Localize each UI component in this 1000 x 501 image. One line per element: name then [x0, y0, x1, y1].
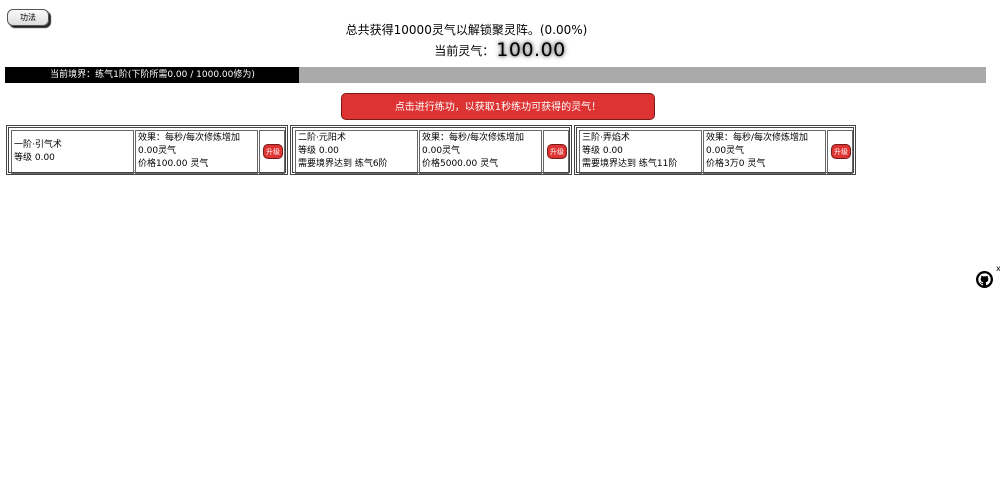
- skill-info: 二阶·元阳术 等级 0.00 需要境界达到 练气6阶: [295, 130, 418, 174]
- realm-progress-bar: 当前境界：练气1阶(下阶所需0.00 / 1000.00修为): [5, 67, 986, 83]
- skill-info: 三阶·弄焰术 等级 0.00 需要境界达到 练气11阶: [579, 130, 702, 174]
- upgrade-button[interactable]: 升级: [547, 144, 567, 159]
- skill-effect: 效果：每秒/每次修炼增加 0.00灵气 价格5000.00 灵气: [419, 130, 542, 174]
- skill-card: 一阶·引气术 等级 0.00 效果：每秒/每次修炼增加 0.00灵气 价格100…: [6, 125, 288, 175]
- skill-effect-line2: 0.00灵气: [706, 146, 745, 156]
- skill-level: 等级 0.00: [14, 153, 55, 163]
- upgrade-button[interactable]: 升级: [831, 144, 851, 159]
- close-icon[interactable]: x: [996, 264, 1000, 273]
- skill-requirement: 需要境界达到 练气6阶: [298, 159, 388, 169]
- skill-action-cell: 升级: [543, 130, 569, 174]
- skill-effect-line1: 效果：每秒/每次修炼增加: [138, 133, 241, 143]
- skill-effect: 效果：每秒/每次修炼增加 0.00灵气 价格3万0 灵气: [703, 130, 826, 174]
- skill-info: 一阶·引气术 等级 0.00: [11, 130, 134, 174]
- unlock-goal-text: 总共获得10000灵气以解锁聚灵阵。(0.00%): [345, 23, 588, 37]
- skill-name: 一阶·引气术: [14, 140, 62, 150]
- skill-level: 等级 0.00: [298, 146, 339, 156]
- skill-card: 三阶·弄焰术 等级 0.00 需要境界达到 练气11阶 效果：每秒/每次修炼增加…: [574, 125, 856, 175]
- skill-action-cell: 升级: [827, 130, 853, 174]
- skill-price: 价格100.00 灵气: [138, 159, 209, 169]
- skill-price: 价格3万0 灵气: [706, 159, 766, 169]
- current-qi-label: 当前灵气：: [434, 44, 495, 58]
- upgrade-button[interactable]: 升级: [263, 144, 283, 159]
- skill-effect-line1: 效果：每秒/每次修炼增加: [706, 133, 809, 143]
- realm-progress-text: 当前境界：练气1阶(下阶所需0.00 / 1000.00修为): [50, 70, 255, 80]
- github-icon[interactable]: [976, 271, 993, 288]
- skill-effect-line2: 0.00灵气: [138, 146, 177, 156]
- skill-price: 价格5000.00 灵气: [422, 159, 499, 169]
- skill-effect-line2: 0.00灵气: [422, 146, 461, 156]
- skill-name: 二阶·元阳术: [298, 133, 346, 143]
- skill-card: 二阶·元阳术 等级 0.00 需要境界达到 练气6阶 效果：每秒/每次修炼增加 …: [290, 125, 572, 175]
- skill-action-cell: 升级: [259, 130, 285, 174]
- skill-list: 一阶·引气术 等级 0.00 效果：每秒/每次修炼增加 0.00灵气 价格100…: [6, 125, 858, 175]
- cultivate-button[interactable]: 点击进行练功，以获取1秒练功可获得的灵气！: [341, 93, 655, 120]
- skill-effect: 效果：每秒/每次修炼增加 0.00灵气 价格100.00 灵气: [135, 130, 258, 174]
- current-qi-value: 100.00: [496, 39, 566, 61]
- skill-requirement: 需要境界达到 练气11阶: [582, 159, 678, 169]
- skill-level: 等级 0.00: [582, 146, 623, 156]
- current-qi: 当前灵气： 100.00: [0, 39, 1000, 61]
- skill-effect-line1: 效果：每秒/每次修炼增加: [422, 133, 525, 143]
- skill-name: 三阶·弄焰术: [582, 133, 630, 143]
